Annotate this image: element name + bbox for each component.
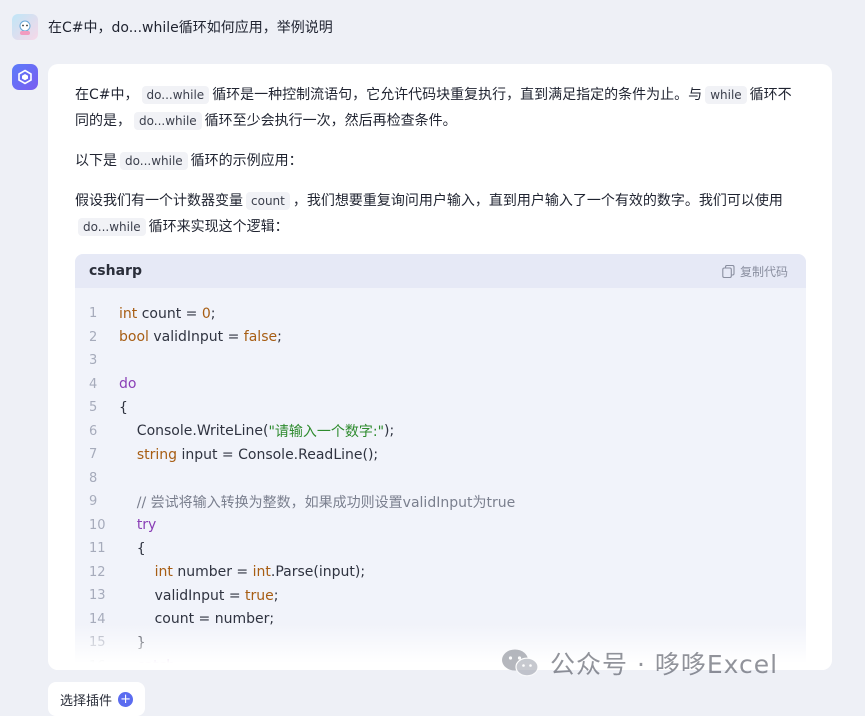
inline-code: do...while [120,152,188,170]
select-plugin-button[interactable]: 选择插件 + [48,682,146,716]
code-token: ; [210,305,216,322]
code-token: input = Console.ReadLine(); [177,446,379,463]
answer-text: 循环来实现这个逻辑： [148,219,289,235]
line-number: 4 [89,376,98,392]
user-avatar-icon [19,20,31,35]
inline-code: do...while [78,218,146,236]
answer-text: 假设我们有一个计数器变量 [75,193,243,209]
answer-text: 在C#中， [75,87,139,103]
watermark-text: 公众号 · 哆哆Excel [550,650,779,679]
answer-text: 循环是一种控制流语句，它允许代码块重复执行，直到满足指定的条件为止。与 [212,87,703,103]
assistant-answer-card: 在C#中， do...while 循环是一种控制流语句，它允许代码块重复执行，直到满… [48,64,832,670]
code-line: 6 Console.WriteLine("请输入一个数字:"); [75,420,806,444]
copy-icon [722,264,735,278]
line-number: 1 [89,306,98,322]
answer-text: ，我们想要重复询问用户输入，直到用户输入了一个有效的数字。我们可以使用 [292,193,783,209]
code-language: csharp [89,263,142,279]
wechat-icon [502,649,539,677]
code-token: false [243,329,278,346]
code-line: 8 [75,467,806,491]
copy-code-button[interactable]: 复制代码 [722,263,788,280]
code-body: 1 int count = 0; 2 bool validInput = false… [75,288,806,670]
code-token: ; [273,587,279,604]
code-token: ; [277,329,282,346]
code-token: int [119,305,138,322]
code-token: "请输入一个数字:" [268,424,385,441]
line-number: 13 [89,588,106,604]
code-token: bool [119,329,149,346]
code-token: validInput = [119,587,246,604]
answer-paragraph-3: 假设我们有一个计数器变量 count ，我们想要重复询问用户输入，直到用户输入了一个… [75,188,805,240]
line-number: 10 [89,517,106,533]
code-token: ); [384,423,395,440]
code-token: int [154,564,173,581]
code-comment: // 尝试将输入转换为整数，如果成功则设置validInput为true [119,494,516,511]
code-line: 4 do [75,373,806,397]
code-line: 11 { [75,537,806,561]
code-line: 2 bool validInput = false; [75,326,806,350]
code-token: do [119,376,137,393]
code-token: { [119,540,146,557]
user-avatar [12,14,38,40]
code-token: validInput = [148,329,244,346]
answer-text: 循环至少会执行一次，然后再检查条件。 [204,113,457,129]
code-token: try [136,517,157,534]
code-line: 12 int number = int .Parse(input); [75,561,806,585]
answer-text: 以下是 [75,153,117,169]
line-number: 3 [89,353,98,369]
code-token: string [136,446,178,463]
user-message: 在C#中，do...while循环如何应用，举例说明 [12,13,333,41]
code-token: 0 [201,305,211,322]
line-number: 2 [89,329,98,345]
code-line: 10 try [75,514,806,538]
answer-paragraph-1: 在C#中， do...while 循环是一种控制流语句，它允许代码块重复执行，直到满… [75,82,805,134]
code-token: .Parse(input); [270,564,366,581]
copy-code-label: 复制代码 [739,264,788,279]
code-token: int [252,564,271,581]
line-number: 7 [89,447,98,463]
code-line: 7 string input = Console.ReadLine(); [75,443,806,467]
answer-text: 循环的示例应用： [190,153,303,169]
user-question: 在C#中，do...while循环如何应用，举例说明 [48,20,333,36]
select-plugin-label: 选择插件 [60,693,113,709]
code-line: 13 validInput = true; [75,584,806,608]
line-number: 12 [89,564,106,580]
inline-code: count [246,192,290,210]
code-token: count = [137,305,202,322]
line-number: 6 [89,423,98,439]
assistant-avatar [12,64,38,90]
line-number: 8 [89,470,98,486]
line-number: 11 [89,541,106,557]
code-token: { [119,399,128,416]
watermark: 公众号 · 哆哆Excel [500,643,778,683]
plus-icon: + [118,691,134,707]
code-block: csharp 复制代码 1 int count = 0; 2 bool validI… [75,254,806,670]
assistant-logo-icon [18,69,32,85]
inline-code: do...while [141,86,210,104]
answer-paragraph-2: 以下是 do...while 循环的示例应用： [75,148,805,174]
line-number: 9 [89,494,98,510]
code-line: 3 [75,349,806,373]
line-number: 5 [89,400,98,416]
inline-code: while [705,86,747,104]
code-token: Console.WriteLine( [119,423,269,440]
code-token: number = [172,564,253,581]
inline-code: do...while [134,112,202,130]
code-header: csharp 复制代码 [75,254,806,288]
code-line: 9 // 尝试将输入转换为整数，如果成功则设置validInput为true [75,490,806,514]
code-line: 1 int count = 0; [75,302,806,326]
code-token: true [245,587,274,604]
code-line: 5{ [75,396,806,420]
